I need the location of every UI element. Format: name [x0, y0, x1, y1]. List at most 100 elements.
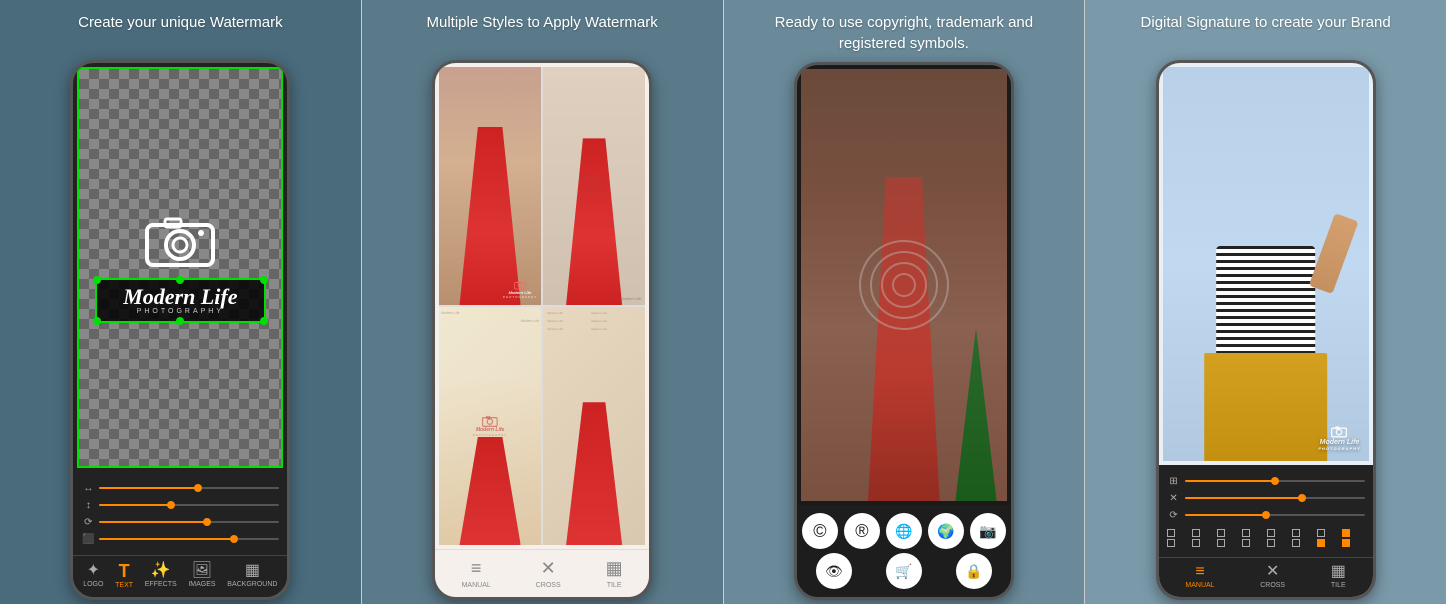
lock-btn[interactable]: 🔒	[956, 553, 992, 589]
toolbar-effects[interactable]: ✨ EFFECTS	[145, 563, 177, 588]
slider-thumb-4	[230, 535, 238, 543]
p4-control-row-1: ⊞	[1167, 474, 1365, 488]
watermark-main-text: Modern Life	[109, 286, 253, 308]
dot-6	[1292, 529, 1300, 537]
p4-cross-icon: ✕	[1167, 491, 1181, 505]
copyright-image	[801, 69, 1007, 501]
logo-icon: ✦	[87, 563, 100, 579]
panel-watermark-styles: Multiple Styles to Apply Watermark Moder…	[361, 0, 723, 604]
slider-opacity[interactable]	[99, 538, 279, 540]
background-icon: ▦	[245, 563, 260, 579]
tool-manual-label: MANUAL	[462, 582, 491, 589]
slider-size[interactable]	[99, 487, 279, 489]
p4-slider-fill-2	[1185, 497, 1302, 499]
globe-btn[interactable]: 🌐	[886, 513, 922, 549]
toolbar-text[interactable]: T TEXT	[115, 562, 133, 589]
p4-manual-label: MANUAL	[1185, 582, 1214, 589]
phone-mockup-1: Modern Life PHOTOGRAPHY ↔ ↕ ⟳	[70, 60, 290, 600]
tool-manual[interactable]: ≡ MANUAL	[462, 558, 491, 589]
control-row-2: ↕	[81, 498, 279, 512]
registered-btn[interactable]: ®	[844, 513, 880, 549]
p4-watermark: Modern Life PHOTOGRAPHY	[1318, 425, 1360, 451]
slider-thumb-2	[167, 501, 175, 509]
camera-icon-large	[145, 213, 215, 278]
slider-rotate[interactable]	[99, 521, 279, 523]
dot-13	[1267, 539, 1275, 547]
dot-14	[1292, 539, 1300, 547]
dots-pattern-grid	[1167, 525, 1365, 551]
toolbar-images[interactable]: 🖼 IMAGES	[188, 563, 215, 588]
slider-fill-1	[99, 487, 198, 489]
watermark-text-box: Modern Life PHOTOGRAPHY	[95, 278, 267, 323]
tool-tile[interactable]: ▦ TILE	[606, 558, 623, 589]
adjustment-controls: ↔ ↕ ⟳ ⬛	[73, 472, 287, 555]
copyright-btn[interactable]: ©	[802, 513, 838, 549]
panel-1-title: Create your unique Watermark	[58, 0, 303, 60]
style-grid: Modern Life PHOTOGRAPHY Modern Life PHOT…	[439, 67, 645, 545]
panel-watermark-create: Create your unique Watermark M	[0, 0, 361, 604]
dot-10	[1192, 539, 1200, 547]
p4-slider-2[interactable]	[1185, 497, 1365, 499]
dot-7	[1317, 529, 1325, 537]
grid-cell-3: Modern Life PHOTOGRAPHY Modern Life Mode…	[439, 307, 541, 545]
globe2-btn[interactable]: 🌍	[928, 513, 964, 549]
p4-tile-icon: ▦	[1331, 564, 1346, 580]
slider-height[interactable]	[99, 504, 279, 506]
main-toolbar-2: ≡ MANUAL ✕ CROSS ▦ TILE	[435, 549, 649, 597]
p4-slider-thumb-1	[1271, 477, 1279, 485]
toolbar-text-label: TEXT	[115, 582, 133, 589]
cart-btn[interactable]: 🛒	[886, 553, 922, 589]
phone-mockup-2: Modern Life PHOTOGRAPHY Modern Life PHOT…	[432, 60, 652, 600]
grid-cell-4: Modern Life Modern Life Modern Life Mode…	[543, 307, 645, 545]
toolbar-effects-label: EFFECTS	[145, 581, 177, 588]
p4-slider-1[interactable]	[1185, 480, 1365, 482]
dot-16	[1342, 539, 1350, 547]
signature-image: Modern Life PHOTOGRAPHY	[1163, 67, 1369, 461]
tool-cross[interactable]: ✕ CROSS	[536, 558, 561, 589]
handle-dot-tr	[260, 276, 268, 284]
control-row-4: ⬛	[81, 532, 279, 546]
p4-cross-label: CROSS	[1260, 582, 1285, 589]
dot-11	[1217, 539, 1225, 547]
p4-control-row-3: ⟳	[1167, 508, 1365, 522]
panel-copyright-symbols: Ready to use copyright, trademark and re…	[723, 0, 1085, 604]
grid-cell-2: Modern Life PHOTOGRAPHY Modern Life	[543, 67, 645, 305]
slider-thumb-3	[203, 518, 211, 526]
toolbar-background[interactable]: ▦ BACKGROUND	[227, 563, 277, 588]
slider-fill-3	[99, 521, 207, 523]
p4-tool-manual[interactable]: ≡ MANUAL	[1185, 564, 1214, 589]
toolbar-bg-label: BACKGROUND	[227, 581, 277, 588]
main-toolbar-1: ✦ LOGO T TEXT ✨ EFFECTS 🖼 IMAGES ▦ BACKG…	[73, 555, 287, 597]
resize-h-icon: ↔	[81, 481, 95, 495]
handle-dot-tl	[93, 276, 101, 284]
dot-2	[1192, 529, 1200, 537]
handle-dot-bm	[176, 317, 184, 325]
toolbar-logo[interactable]: ✦ LOGO	[83, 563, 103, 588]
main-toolbar-4: ≡ MANUAL ✕ CROSS ▦ TILE	[1159, 557, 1373, 597]
watermark-canvas: Modern Life PHOTOGRAPHY	[77, 67, 283, 468]
handle-dot-br	[260, 317, 268, 325]
phone-mockup-3: © ® 🌐 🌍 📷 👁 🛒 🔒	[794, 62, 1014, 600]
camera-btn[interactable]: 📷	[970, 513, 1006, 549]
p4-watermark-main: Modern Life	[1320, 439, 1360, 446]
tile-icon: ▦	[606, 558, 623, 579]
handle-dot-tm	[176, 276, 184, 284]
eye-btn[interactable]: 👁	[816, 553, 852, 589]
p4-adjustment-controls: ⊞ ✕ ⟳	[1159, 465, 1373, 557]
dot-5	[1267, 529, 1275, 537]
ring-core	[892, 273, 916, 297]
p4-rotate-icon: ⟳	[1167, 508, 1181, 522]
dot-3	[1217, 529, 1225, 537]
dot-1	[1167, 529, 1175, 537]
dot-15	[1317, 539, 1325, 547]
toolbar-images-label: IMAGES	[188, 581, 215, 588]
p4-grid-icon: ⊞	[1167, 474, 1181, 488]
p4-tool-cross[interactable]: ✕ CROSS	[1260, 564, 1285, 589]
p4-slider-3[interactable]	[1185, 514, 1365, 516]
p4-slider-fill-1	[1185, 480, 1275, 482]
p4-tool-tile[interactable]: ▦ TILE	[1331, 564, 1346, 589]
p4-cross-tool-icon: ✕	[1266, 564, 1279, 580]
tool-cross-label: CROSS	[536, 582, 561, 589]
symbol-picker: © ® 🌐 🌍 📷 👁 🛒 🔒	[797, 505, 1011, 597]
p4-watermark-sub: PHOTOGRAPHY	[1318, 446, 1360, 451]
